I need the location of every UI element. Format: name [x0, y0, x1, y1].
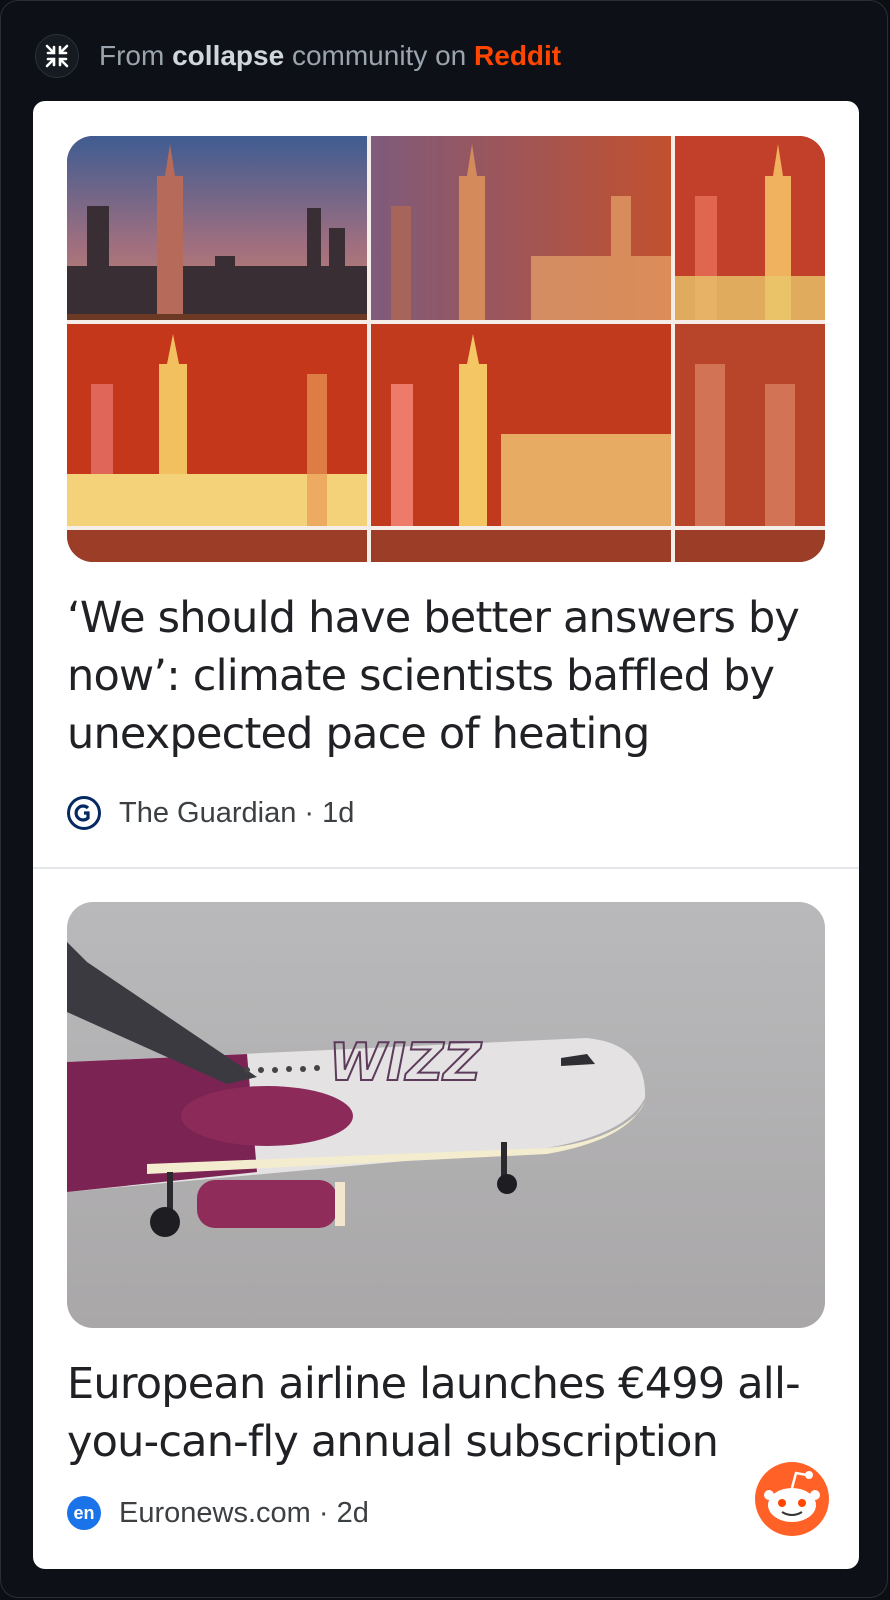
article-item[interactable]: ‘We should have better answers by now’: … — [33, 101, 859, 869]
community-link[interactable]: collapse — [172, 40, 284, 71]
plane-logo-text: WIZZ — [329, 1033, 482, 1093]
grid-divider — [67, 526, 825, 530]
collapse-button[interactable] — [35, 34, 79, 78]
image-tile — [675, 324, 825, 526]
article-meta: The Guardian · 1d — [67, 793, 827, 833]
skyline-image-grid — [67, 136, 825, 562]
image-tile — [67, 324, 367, 526]
reddit-snoo-badge[interactable] — [753, 1459, 831, 1537]
grid-divider — [67, 320, 825, 324]
platform-link[interactable]: Reddit — [474, 40, 561, 71]
image-tile — [67, 530, 825, 562]
source-header: From collapse community on Reddit — [35, 33, 561, 79]
image-tile — [675, 136, 825, 320]
guardian-logo — [67, 796, 101, 830]
article-thumbnail[interactable]: WIZZ — [67, 902, 825, 1328]
source-and-age[interactable]: Euronews.com · 2d — [119, 1497, 369, 1530]
header-middle: community on — [284, 40, 475, 71]
article-item[interactable]: WIZZ European airline launches €499 all-… — [33, 869, 859, 1569]
grid-divider — [671, 136, 675, 562]
header-prefix: From — [99, 40, 173, 71]
grid-divider — [367, 136, 371, 562]
guardian-g-icon — [74, 804, 90, 822]
collapse-arrows-icon — [45, 44, 69, 68]
image-tile — [371, 136, 671, 320]
article-headline[interactable]: European airline launches €499 all-you-c… — [67, 1355, 827, 1471]
reddit-snoo-icon — [755, 1462, 829, 1536]
image-tile — [67, 136, 367, 320]
article-thumbnail[interactable] — [67, 136, 825, 562]
article-meta: en Euronews.com · 2d — [67, 1493, 827, 1533]
news-card: ‘We should have better answers by now’: … — [33, 101, 859, 1569]
image-tile — [371, 324, 671, 526]
euronews-logo: en — [67, 1496, 101, 1530]
header-caption: From collapse community on Reddit — [99, 40, 561, 72]
window-frame: From collapse community on Reddit ‘We sh… — [0, 0, 888, 1598]
article-headline[interactable]: ‘We should have better answers by now’: … — [67, 589, 827, 763]
source-and-age[interactable]: The Guardian · 1d — [119, 797, 354, 830]
wizz-air-plane-image: WIZZ — [67, 902, 825, 1328]
